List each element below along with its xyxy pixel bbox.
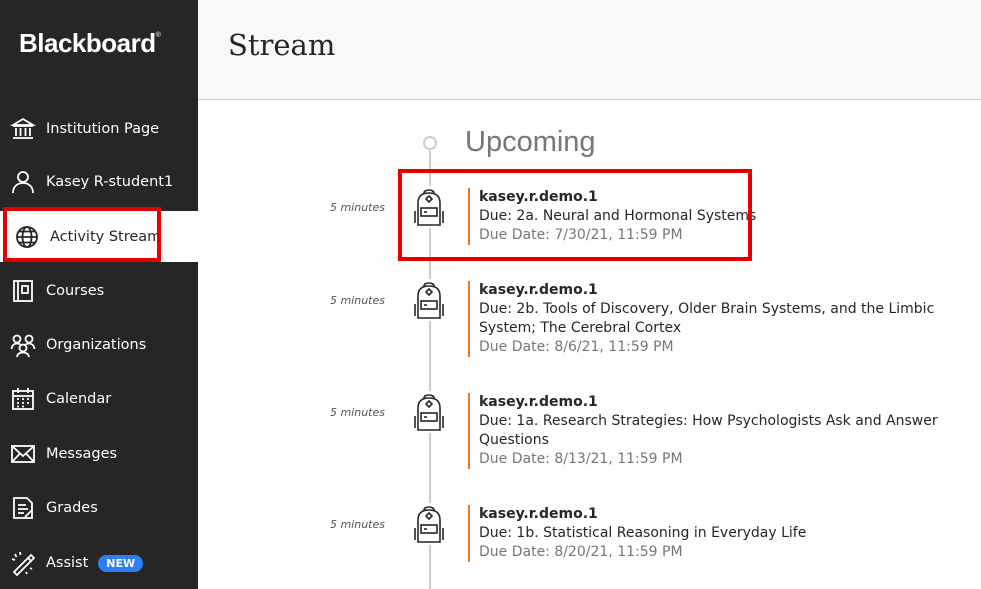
entry-course[interactable]: kasey.r.demo.1 (479, 188, 958, 207)
timeline-dot (423, 136, 437, 150)
sidebar-item-messages[interactable]: Messages (0, 429, 198, 479)
entry-content: kasey.r.demo.1 Due: 2b. Tools of Discove… (468, 281, 958, 357)
globe-icon (14, 224, 40, 250)
section-heading: Upcoming (465, 126, 596, 158)
entry-due-date: Due Date: 8/13/21, 11:59 PM (479, 451, 683, 467)
institution-icon (10, 116, 36, 142)
entry-description[interactable]: Due: 2b. Tools of Discovery, Older Brain… (479, 300, 958, 338)
blackboard-logo[interactable]: Blackboard® (19, 28, 161, 59)
assist-icon (10, 550, 36, 576)
main-content: Stream Upcoming 5 minutes kasey.r.demo.1… (198, 0, 981, 589)
entry-course[interactable]: kasey.r.demo.1 (479, 505, 958, 524)
entry-due-date: Due Date: 7/30/21, 11:59 PM (479, 227, 683, 243)
sidebar: Blackboard® Institution Page Kasey R-stu… (0, 0, 198, 589)
organizations-icon (10, 332, 36, 358)
entry-content: kasey.r.demo.1 Due: 1b. Statistical Reas… (468, 505, 958, 562)
sidebar-item-institution-page[interactable]: Institution Page (0, 104, 198, 154)
entry-description[interactable]: Due: 1a. Research Strategies: How Psycho… (479, 412, 958, 450)
sidebar-item-assist[interactable]: Assist NEW (0, 538, 198, 588)
page-title: Stream (228, 28, 336, 62)
backpack-icon (410, 503, 448, 545)
entry-course[interactable]: kasey.r.demo.1 (479, 281, 958, 300)
calendar-icon (10, 386, 36, 412)
sidebar-item-label: Kasey R-student1 (46, 174, 174, 190)
entry-course[interactable]: kasey.r.demo.1 (479, 393, 958, 412)
sidebar-item-organizations[interactable]: Organizations (0, 320, 198, 370)
sidebar-item-label: Calendar (46, 391, 112, 407)
user-icon (10, 169, 36, 195)
sidebar-item-label: Activity Stream (50, 228, 162, 245)
envelope-icon (10, 441, 36, 467)
entry-time: 5 minutes (329, 201, 385, 214)
page-header: Stream (198, 0, 981, 100)
entry-time: 5 minutes (329, 518, 385, 531)
entry-content: kasey.r.demo.1 Due: 2a. Neural and Hormo… (468, 188, 958, 245)
courses-icon (10, 278, 36, 304)
backpack-icon (410, 391, 448, 433)
entry-due-date: Due Date: 8/20/21, 11:59 PM (479, 544, 683, 560)
sidebar-item-label: Assist (46, 555, 89, 571)
backpack-icon (410, 186, 448, 228)
backpack-icon (410, 279, 448, 321)
entry-due-date: Due Date: 8/6/21, 11:59 PM (479, 339, 674, 355)
entry-description[interactable]: Due: 1b. Statistical Reasoning in Everyd… (479, 524, 958, 543)
grades-icon (10, 495, 36, 521)
entry-description[interactable]: Due: 2a. Neural and Hormonal Systems (479, 207, 958, 226)
sidebar-item-label: Institution Page (46, 121, 160, 137)
sidebar-item-label: Grades (46, 500, 98, 516)
sidebar-item-label: Organizations (46, 337, 147, 353)
sidebar-item-activity-stream[interactable]: Activity Stream (0, 211, 198, 262)
sidebar-item-label: Courses (46, 283, 105, 299)
sidebar-item-grades[interactable]: Grades (0, 483, 198, 533)
sidebar-item-calendar[interactable]: Calendar (0, 374, 198, 424)
entry-time: 5 minutes (329, 294, 385, 307)
entry-content: kasey.r.demo.1 Due: 1a. Research Strateg… (468, 393, 958, 469)
sidebar-item-courses[interactable]: Courses (0, 266, 198, 316)
entry-time: 5 minutes (329, 406, 385, 419)
sidebar-item-profile[interactable]: Kasey R-student1 (0, 157, 198, 207)
new-badge: NEW (98, 554, 144, 572)
sidebar-item-label: Messages (46, 446, 118, 462)
